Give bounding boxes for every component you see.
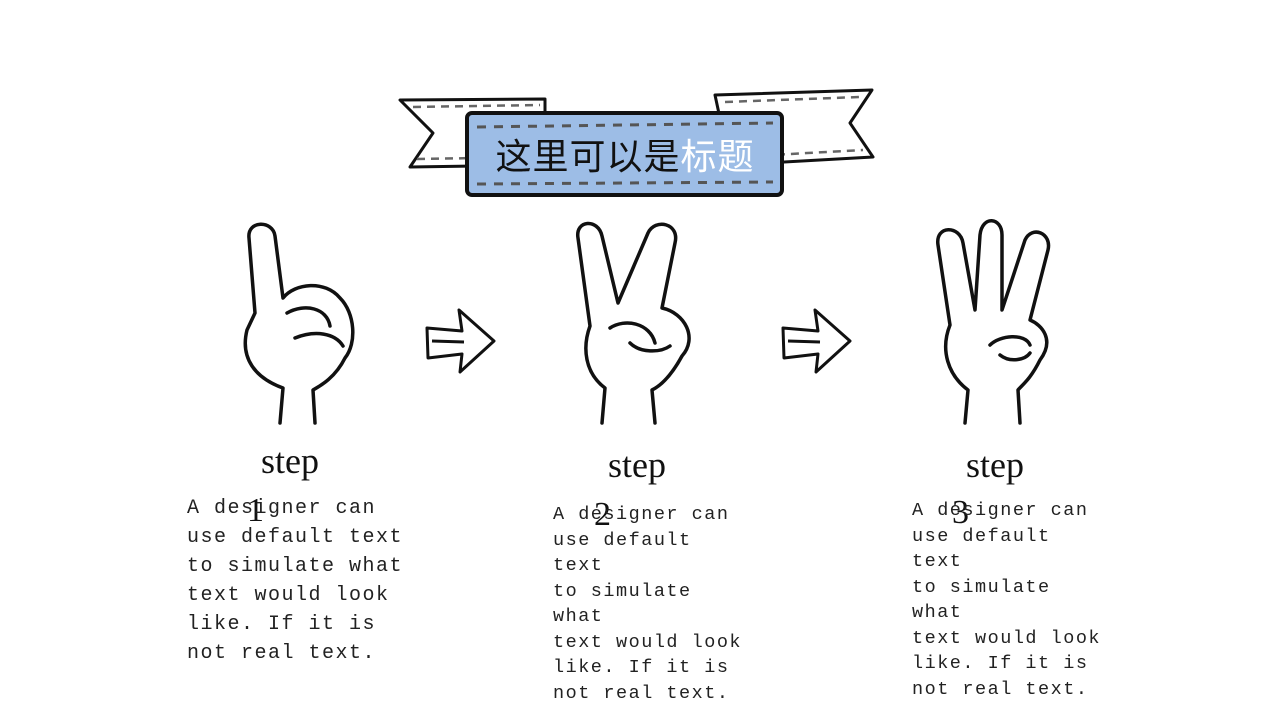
- step-3-title: step: [966, 445, 1024, 485]
- title-dark-text: 这里可以是: [495, 137, 681, 178]
- slide-title: 这里可以是标题: [470, 128, 780, 180]
- arrow-right-icon: [425, 308, 496, 374]
- three-finger-hand-icon: [936, 219, 1051, 425]
- step-1-body: A designer can use default text to simul…: [187, 497, 404, 665]
- step-1-title: step: [261, 441, 319, 481]
- two-finger-hand-icon: [576, 221, 691, 425]
- slide: 这里可以是标题 step 1 A designer can use defaul…: [0, 0, 1280, 720]
- step-3-body: A designer can use default text to simul…: [912, 500, 1102, 700]
- arrow-right-icon: [781, 308, 852, 374]
- title-highlight-text: 标题: [680, 137, 755, 178]
- step-2-title: step: [608, 445, 666, 485]
- one-finger-hand-icon: [243, 222, 355, 425]
- step-2-body: A designer can use default text to simul…: [553, 504, 743, 704]
